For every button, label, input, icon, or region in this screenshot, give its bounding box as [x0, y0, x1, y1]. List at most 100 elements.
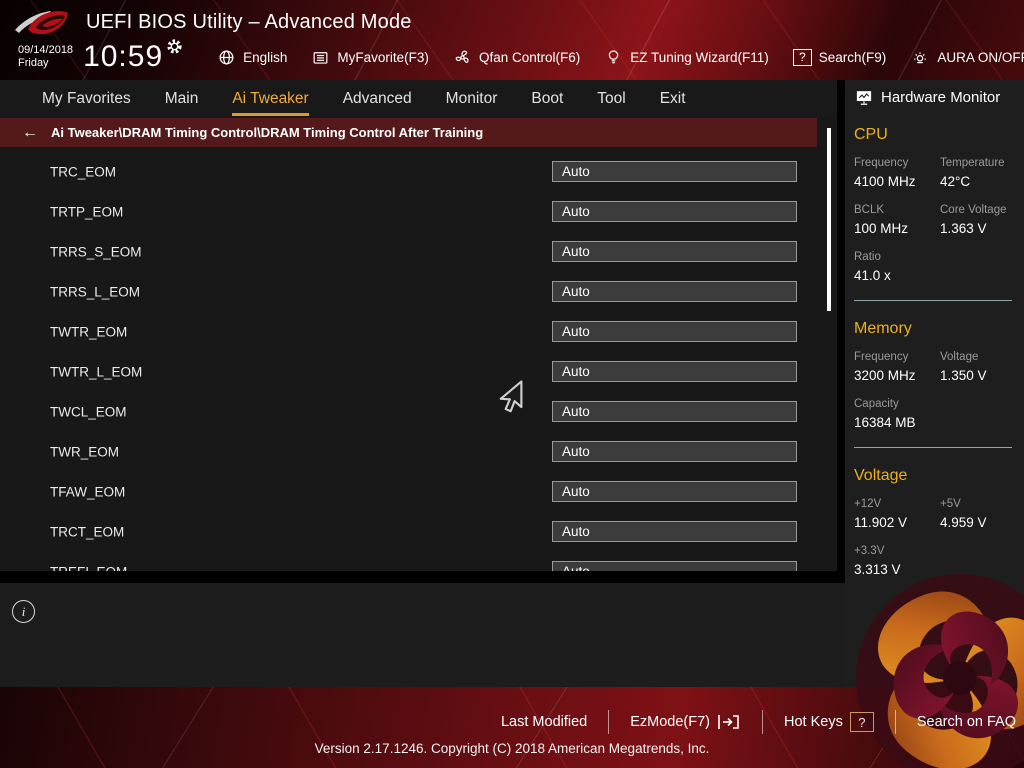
ez-tuning-label: EZ Tuning Wizard(F11) [630, 49, 769, 65]
setting-row: TWTR_L_EOM Auto [0, 352, 837, 392]
setting-row: TRCT_EOM Auto [0, 512, 837, 552]
tab-exit[interactable]: Exit [660, 82, 686, 116]
tab-my-favorites[interactable]: My Favorites [42, 82, 131, 116]
setting-row: TRRS_S_EOM Auto [0, 232, 837, 272]
hot-keys-label: Hot Keys [784, 714, 843, 730]
setting-label: TRTP_EOM [50, 204, 124, 220]
globe-icon [217, 48, 236, 67]
ez-tuning-wizard-button[interactable]: EZ Tuning Wizard(F11) [604, 48, 769, 67]
setting-select[interactable]: Auto [552, 241, 797, 262]
setting-select[interactable]: Auto [552, 561, 797, 571]
tab-boot[interactable]: Boot [531, 82, 563, 116]
setting-label: TRCT_EOM [50, 524, 125, 540]
info-icon: i [12, 600, 35, 623]
lightbulb-icon [604, 48, 623, 67]
qfan-label: Qfan Control(F6) [478, 49, 581, 65]
search-button[interactable]: ? Search(F9) [792, 48, 886, 66]
last-modified-button[interactable]: Last Modified [501, 714, 587, 730]
favorites-list-icon [311, 48, 330, 67]
hardware-monitor-title: Hardware Monitor [881, 89, 1001, 106]
scrollbar-track[interactable] [820, 118, 837, 571]
tab-main[interactable]: Main [165, 82, 199, 116]
setting-select[interactable]: Auto [552, 361, 797, 382]
version-text: Version 2.17.1246. Copyright (C) 2018 Am… [314, 741, 710, 756]
ezmode-button[interactable]: EzMode(F7) [630, 713, 741, 731]
setting-value: Auto [562, 164, 590, 179]
scrollbar-thumb[interactable] [827, 128, 831, 311]
description-panel: i [0, 583, 845, 687]
setting-label: TWTR_EOM [50, 324, 128, 340]
hardware-monitor-icon [854, 88, 874, 107]
search-on-faq-button[interactable]: Search on FAQ [917, 714, 1016, 730]
time-display: 10:59 [83, 38, 183, 74]
aura-light-icon [910, 48, 930, 67]
setting-value: Auto [562, 204, 590, 219]
qfan-control-button[interactable]: Qfan Control(F6) [453, 48, 580, 67]
aura-label: AURA ON/OFF(F4) [937, 49, 1024, 65]
setting-label: TWR_EOM [50, 444, 119, 460]
setting-select[interactable]: Auto [552, 281, 797, 302]
setting-value: Auto [562, 564, 590, 571]
hot-keys-question-icon: ? [849, 712, 874, 732]
tab-advanced[interactable]: Advanced [343, 82, 412, 116]
hot-keys-button[interactable]: Hot Keys ? [784, 712, 874, 732]
setting-value: Auto [562, 324, 590, 339]
cpu-bclk: BCLK 100 MHz [854, 204, 909, 236]
tab-ai-tweaker[interactable]: Ai Tweaker [232, 82, 309, 116]
memory-voltage: Voltage 1.350 V [940, 351, 987, 383]
clock-settings-gear-icon[interactable] [166, 38, 183, 55]
voltage-3v3: +3.3V 3.313 V [854, 545, 901, 577]
back-arrow-icon[interactable]: ← [22, 124, 38, 142]
setting-select[interactable]: Auto [552, 481, 797, 502]
memory-frequency: Frequency 3200 MHz [854, 351, 916, 383]
voltage-section-title: Voltage [854, 467, 908, 484]
setting-select[interactable]: Auto [552, 161, 797, 182]
setting-label: TRRS_S_EOM [50, 244, 142, 260]
setting-select[interactable]: Auto [552, 401, 797, 422]
setting-value: Auto [562, 524, 590, 539]
setting-row: TREFI_EOM Auto [0, 552, 837, 571]
setting-row: TRC_EOM Auto [0, 152, 837, 192]
myfavorite-label: MyFavorite(F3) [337, 49, 429, 65]
tab-tool[interactable]: Tool [597, 82, 625, 116]
setting-value: Auto [562, 244, 590, 259]
language-button[interactable]: English [217, 48, 287, 67]
footer-divider [608, 710, 610, 734]
setting-label: TWCL_EOM [50, 404, 127, 420]
setting-select[interactable]: Auto [552, 521, 797, 542]
setting-select[interactable]: Auto [552, 201, 797, 222]
setting-label: TRRS_L_EOM [50, 284, 141, 300]
setting-row: TWR_EOM Auto [0, 432, 837, 472]
top-banner: UEFI BIOS Utility – Advanced Mode 09/14/… [0, 0, 1024, 80]
voltage-12v: +12V 11.902 V [854, 498, 908, 530]
setting-select[interactable]: Auto [552, 441, 797, 462]
setting-value: Auto [562, 484, 590, 499]
setting-row: TRTP_EOM Auto [0, 192, 837, 232]
cpu-temperature: Temperature 42°C [940, 157, 1005, 189]
tab-monitor[interactable]: Monitor [446, 82, 498, 116]
cpu-ratio: Ratio 41.0 x [854, 251, 891, 283]
rog-logo-icon [12, 4, 70, 40]
aura-toggle-button[interactable]: AURA ON/OFF(F4) [910, 48, 1024, 67]
cpu-core-voltage: Core Voltage 1.363 V [940, 204, 1007, 236]
setting-value: Auto [562, 444, 590, 459]
setting-value: Auto [562, 364, 590, 379]
setting-label: TWTR_L_EOM [50, 364, 143, 380]
setting-row: TWTR_EOM Auto [0, 312, 837, 352]
hardware-monitor-panel: Hardware Monitor CPU Frequency 4100 MHz T… [845, 80, 1024, 687]
voltage-5v: +5V 4.959 V [940, 498, 987, 530]
question-box-icon: ? [792, 48, 812, 66]
ezmode-label: EzMode(F7) [630, 714, 711, 730]
setting-label: TRC_EOM [50, 164, 117, 180]
setting-row: TWCL_EOM Auto [0, 392, 837, 432]
setting-select[interactable]: Auto [552, 321, 797, 342]
memory-section-title: Memory [854, 320, 912, 337]
footer-divider [894, 710, 896, 734]
myfavorite-button[interactable]: MyFavorite(F3) [311, 48, 429, 67]
language-label: English [243, 49, 288, 65]
setting-row: TFAW_EOM Auto [0, 472, 837, 512]
main-menu: My Favorites Main Ai Tweaker Advanced Mo… [0, 80, 837, 118]
ezmode-enter-icon [717, 713, 741, 731]
settings-list: TRC_EOM Auto TRTP_EOM Auto TRRS_S_EOM Au… [0, 152, 837, 571]
footer-divider [762, 710, 764, 734]
